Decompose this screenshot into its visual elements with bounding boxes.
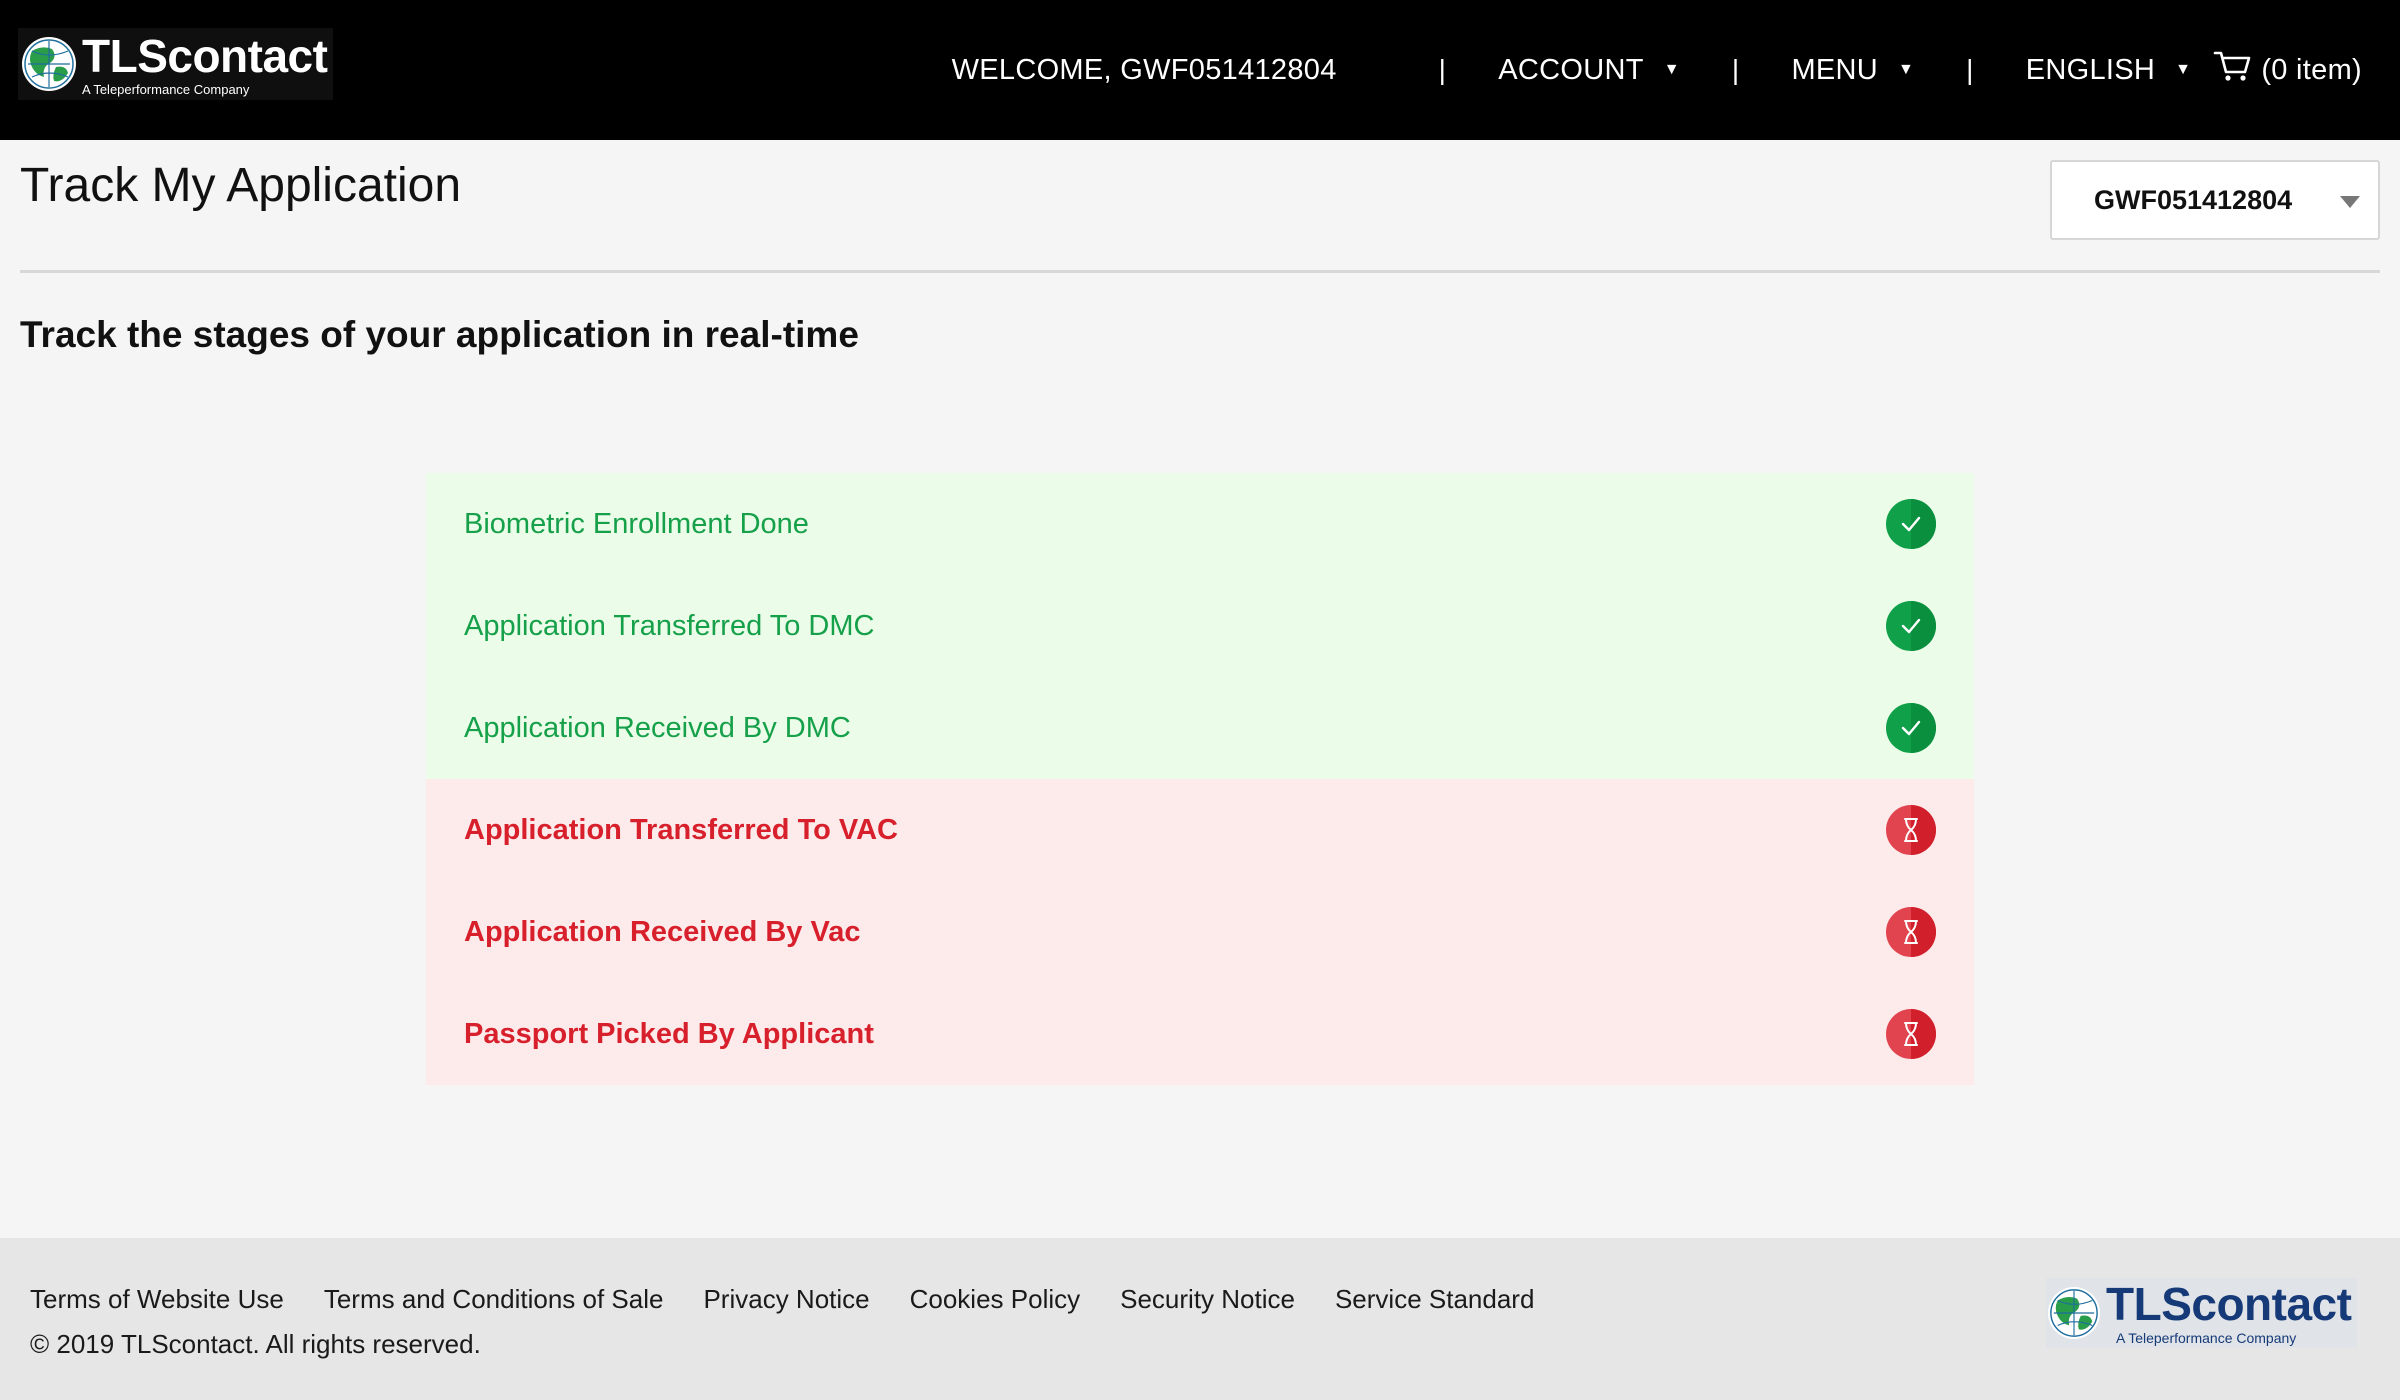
check-icon (1886, 499, 1936, 549)
cart-button[interactable]: (0 item) (2213, 50, 2362, 90)
brand-tagline: A Teleperformance Company (82, 81, 250, 97)
footer-brand-tagline: A Teleperformance Company (2116, 1330, 2297, 1346)
welcome-text: WELCOME, GWF051412804 (951, 53, 1337, 86)
footer-tlscontact-logo[interactable]: TLScontact A Teleperformance Company (2046, 1278, 2358, 1348)
caret-down-icon: ▼ (1663, 61, 1680, 78)
stage-label: Application Transferred To DMC (464, 609, 875, 642)
hourglass-icon (1886, 907, 1936, 957)
globe-icon (22, 37, 76, 91)
hourglass-icon (1886, 1009, 1936, 1059)
footer-link-terms-of-website-use[interactable]: Terms of Website Use (30, 1284, 284, 1315)
stage-row: Biometric Enrollment Done (426, 473, 1974, 575)
globe-icon (2048, 1287, 2100, 1339)
footer-brand-name: TLScontact (2106, 1278, 2352, 1330)
section-subtitle: Track the stages of your application in … (20, 314, 859, 355)
tlscontact-logo[interactable]: TLScontact A Teleperformance Company (18, 28, 334, 100)
brand-name: TLScontact (82, 29, 328, 82)
stage-row: Application Received By Vac (426, 881, 1974, 983)
menu-dropdown[interactable]: MENU ▼ (1791, 54, 1914, 87)
footer-link-security-notice[interactable]: Security Notice (1120, 1284, 1295, 1315)
stage-row: Application Received By DMC (426, 677, 1974, 779)
stage-row: Application Transferred To DMC (426, 575, 1974, 677)
footer-link-service-standard[interactable]: Service Standard (1335, 1284, 1534, 1315)
account-dropdown[interactable]: ACCOUNT ▼ (1498, 54, 1680, 87)
stage-label: Application Received By DMC (464, 711, 851, 744)
stage-label: Biometric Enrollment Done (464, 507, 809, 540)
divider (20, 270, 2380, 273)
footer-link-terms-and-conditions[interactable]: Terms and Conditions of Sale (324, 1284, 664, 1315)
application-select-value: GWF051412804 (2094, 184, 2293, 215)
footer-link-privacy-notice[interactable]: Privacy Notice (703, 1284, 869, 1315)
footer: Terms of Website Use Terms and Condition… (0, 1238, 2400, 1400)
language-label: ENGLISH (2025, 53, 2156, 86)
cart-count: (0 item) (2261, 53, 2362, 86)
stage-row: Passport Picked By Applicant (426, 983, 1974, 1085)
check-icon (1886, 601, 1936, 651)
menu-label: MENU (1791, 53, 1879, 86)
nav-separator: | (1438, 54, 1447, 85)
application-stages: Biometric Enrollment Done Application Tr… (426, 473, 1974, 1085)
account-label: ACCOUNT (1498, 53, 1644, 86)
stage-label: Passport Picked By Applicant (464, 1017, 874, 1050)
user-navigation: WELCOME, GWF051412804 | ACCOUNT ▼ | MENU… (952, 0, 2362, 140)
top-navigation-bar: TLScontact A Teleperformance Company WEL… (0, 0, 2400, 140)
check-icon (1886, 703, 1936, 753)
stage-label: Application Transferred To VAC (464, 813, 898, 846)
page-title: Track My Application (20, 159, 462, 212)
stage-row: Application Transferred To VAC (426, 779, 1974, 881)
nav-separator: | (1966, 54, 1974, 85)
caret-down-icon: ▼ (1898, 61, 1915, 78)
language-dropdown[interactable]: ENGLISH ▼ (2026, 54, 2192, 87)
caret-down-icon: ▼ (2175, 61, 2192, 78)
hourglass-icon (1886, 805, 1936, 855)
stage-label: Application Received By Vac (464, 915, 861, 948)
footer-links: Terms of Website Use Terms and Condition… (30, 1284, 1574, 1315)
copyright-text: © 2019 TLScontact. All rights reserved. (30, 1329, 481, 1359)
nav-separator: | (1731, 54, 1740, 85)
chevron-down-icon (2340, 196, 2360, 208)
cart-icon (2213, 50, 2261, 90)
application-select[interactable]: GWF051412804 (2050, 160, 2380, 240)
footer-link-cookies-policy[interactable]: Cookies Policy (910, 1284, 1081, 1315)
